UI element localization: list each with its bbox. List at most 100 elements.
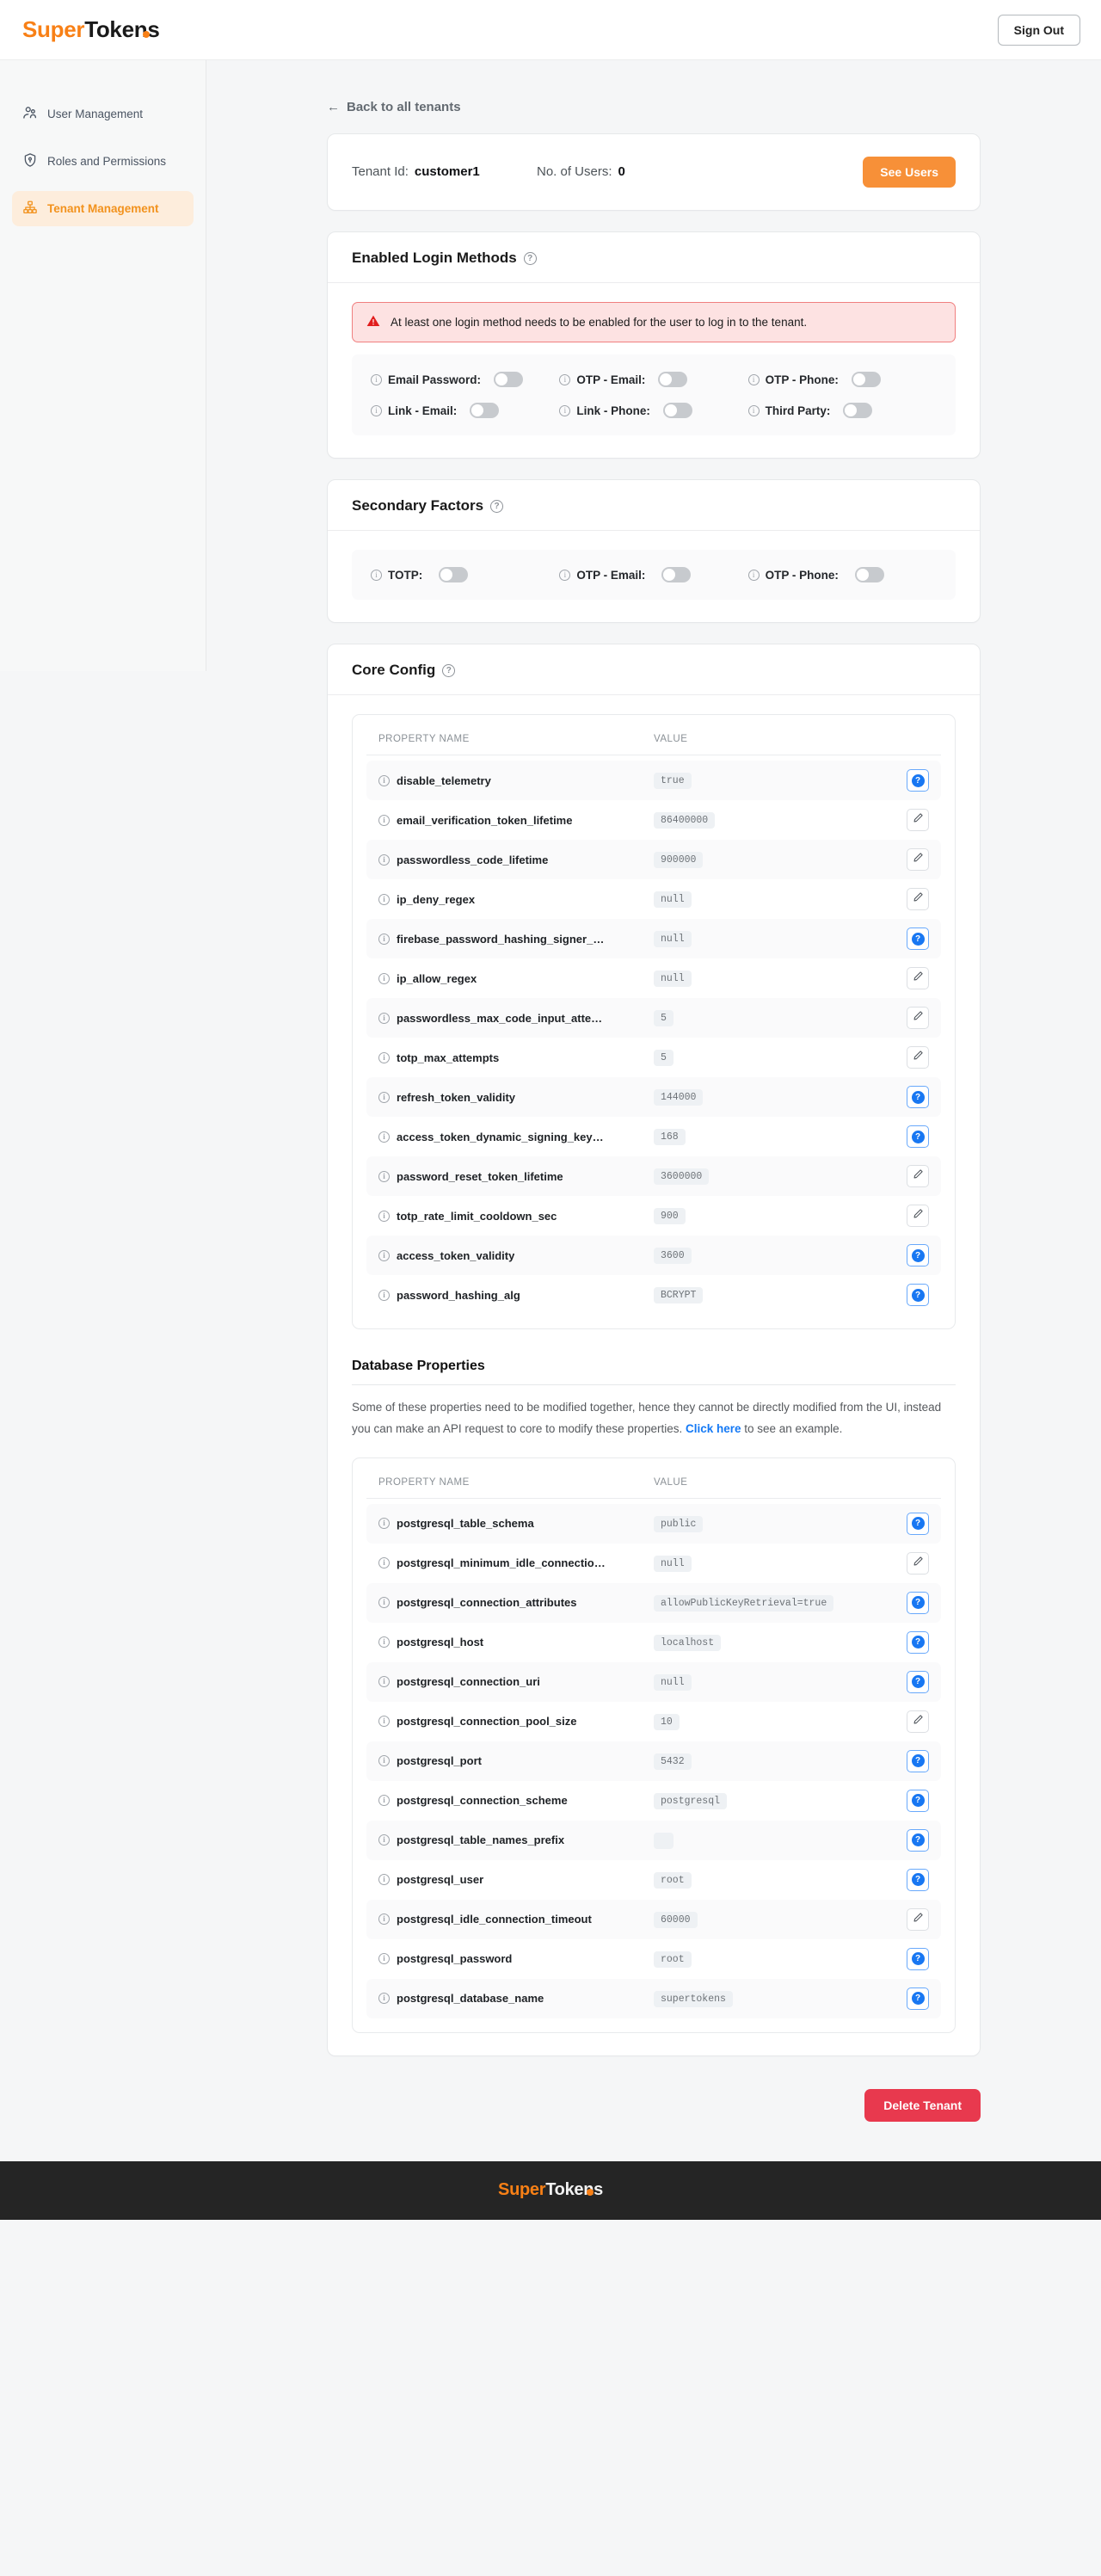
toggle-switch[interactable]: [658, 372, 687, 387]
info-icon[interactable]: i: [378, 934, 390, 945]
info-icon[interactable]: i: [378, 1211, 390, 1222]
toggle-switch[interactable]: [843, 403, 872, 418]
info-icon[interactable]: i: [378, 1874, 390, 1885]
property-edit-button[interactable]: [907, 967, 929, 989]
property-edit-button[interactable]: [907, 809, 929, 831]
info-icon[interactable]: i: [378, 973, 390, 984]
sidebar-item-user-management[interactable]: User Management: [12, 96, 194, 132]
property-edit-button[interactable]: [907, 848, 929, 871]
property-edit-button[interactable]: [907, 1165, 929, 1187]
back-to-all-tenants-link[interactable]: ← Back to all tenants: [327, 100, 461, 114]
property-edit-button[interactable]: [907, 1710, 929, 1733]
toggle-switch[interactable]: [852, 372, 881, 387]
toggle-secondary-otp-email[interactable]: i OTP - Email:: [559, 567, 747, 582]
property-help-button[interactable]: ?: [907, 1513, 929, 1535]
info-icon[interactable]: i: [378, 1636, 390, 1648]
help-icon[interactable]: ?: [490, 500, 503, 513]
property-help-button[interactable]: ?: [907, 1948, 929, 1970]
property-help-button[interactable]: ?: [907, 1125, 929, 1148]
sidebar-item-tenant-management[interactable]: Tenant Management: [12, 191, 194, 226]
property-edit-button[interactable]: [907, 1007, 929, 1029]
property-edit-button[interactable]: [907, 1908, 929, 1931]
toggle-switch[interactable]: [494, 372, 523, 387]
property-help-button[interactable]: ?: [907, 1790, 929, 1812]
info-icon[interactable]: i: [371, 570, 382, 581]
info-icon[interactable]: i: [378, 1171, 390, 1182]
info-icon[interactable]: i: [378, 1755, 390, 1766]
help-icon[interactable]: ?: [524, 252, 537, 265]
main-content: ← Back to all tenants Tenant Id:customer…: [206, 60, 1101, 2161]
core-config-header: Core Config ?: [328, 644, 980, 695]
toggle-switch[interactable]: [663, 403, 692, 418]
toggle-secondary-otp-phone[interactable]: i OTP - Phone:: [748, 567, 937, 582]
property-edit-button[interactable]: [907, 1046, 929, 1069]
click-here-link[interactable]: Click here: [686, 1422, 741, 1435]
info-icon[interactable]: i: [559, 570, 570, 581]
property-help-button[interactable]: ?: [907, 1869, 929, 1891]
property-help-button[interactable]: ?: [907, 927, 929, 950]
toggle-link-phone[interactable]: i Link - Phone:: [559, 403, 747, 418]
info-icon[interactable]: i: [378, 1290, 390, 1301]
info-icon[interactable]: i: [559, 374, 570, 385]
info-icon[interactable]: i: [378, 1676, 390, 1687]
info-icon[interactable]: i: [378, 1518, 390, 1529]
toggle-switch[interactable]: [439, 567, 468, 582]
info-icon[interactable]: i: [378, 1716, 390, 1727]
property-help-button[interactable]: ?: [907, 1671, 929, 1693]
toggle-link-email[interactable]: i Link - Email:: [371, 403, 559, 418]
info-icon[interactable]: i: [378, 1834, 390, 1846]
property-help-button[interactable]: ?: [907, 1829, 929, 1852]
sidebar-item-roles-and-permissions[interactable]: Roles and Permissions: [12, 144, 194, 179]
info-icon[interactable]: i: [378, 1795, 390, 1806]
info-icon[interactable]: i: [378, 1953, 390, 1964]
info-icon[interactable]: i: [371, 405, 382, 416]
info-icon[interactable]: i: [378, 1131, 390, 1143]
info-icon[interactable]: i: [378, 1557, 390, 1568]
info-icon[interactable]: i: [378, 1914, 390, 1925]
info-icon[interactable]: i: [378, 1250, 390, 1261]
property-name-cell: ipostgresql_idle_connection_timeout: [378, 1913, 654, 1926]
property-help-button[interactable]: ?: [907, 1592, 929, 1614]
info-icon[interactable]: i: [559, 405, 570, 416]
toggle-otp-email[interactable]: i OTP - Email:: [559, 372, 747, 387]
info-icon[interactable]: i: [748, 374, 760, 385]
pencil-icon: [913, 1714, 924, 1729]
property-help-button[interactable]: ?: [907, 1987, 929, 2010]
toggle-switch[interactable]: [661, 567, 691, 582]
toggle-totp[interactable]: i TOTP:: [371, 567, 559, 582]
info-icon[interactable]: i: [378, 894, 390, 905]
sign-out-button[interactable]: Sign Out: [998, 15, 1080, 46]
info-icon[interactable]: i: [378, 1993, 390, 2004]
property-value-chip: 900: [654, 1208, 686, 1224]
property-help-button[interactable]: ?: [907, 769, 929, 792]
property-help-button[interactable]: ?: [907, 1284, 929, 1306]
info-icon[interactable]: i: [378, 1013, 390, 1024]
toggle-third-party[interactable]: i Third Party:: [748, 403, 937, 418]
help-icon[interactable]: ?: [442, 664, 455, 677]
info-icon[interactable]: i: [371, 374, 382, 385]
info-icon[interactable]: i: [378, 854, 390, 866]
info-icon[interactable]: i: [378, 1052, 390, 1063]
toggle-otp-phone[interactable]: i OTP - Phone:: [748, 372, 937, 387]
property-help-button[interactable]: ?: [907, 1631, 929, 1654]
property-value-cell: 3600000: [654, 1168, 907, 1185]
info-icon[interactable]: i: [748, 405, 760, 416]
info-icon[interactable]: i: [378, 815, 390, 826]
info-icon[interactable]: i: [748, 570, 760, 581]
see-users-button[interactable]: See Users: [863, 157, 956, 188]
property-edit-button[interactable]: [907, 1205, 929, 1227]
toggle-switch[interactable]: [855, 567, 884, 582]
property-help-button[interactable]: ?: [907, 1244, 929, 1266]
toggle-switch[interactable]: [470, 403, 499, 418]
toggle-email-password[interactable]: i Email Password:: [371, 372, 559, 387]
table-row: ipostgresql_connection_pool_size10: [366, 1702, 941, 1741]
property-help-button[interactable]: ?: [907, 1750, 929, 1772]
footer-logo: SuperTokens: [498, 2180, 603, 2200]
property-edit-button[interactable]: [907, 888, 929, 910]
property-edit-button[interactable]: [907, 1552, 929, 1575]
info-icon[interactable]: i: [378, 1597, 390, 1608]
property-help-button[interactable]: ?: [907, 1086, 929, 1108]
delete-tenant-button[interactable]: Delete Tenant: [864, 2089, 981, 2122]
info-icon[interactable]: i: [378, 1092, 390, 1103]
info-icon[interactable]: i: [378, 775, 390, 786]
